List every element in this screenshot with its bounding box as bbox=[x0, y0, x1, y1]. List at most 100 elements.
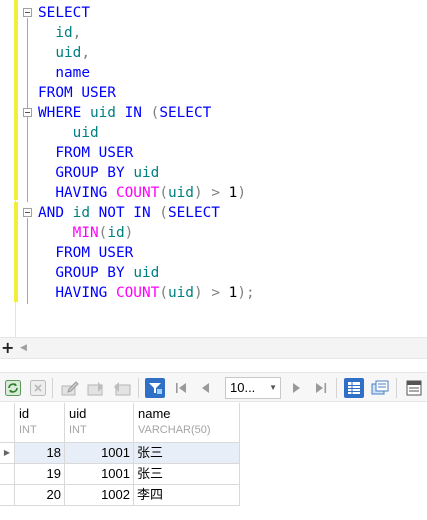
table-row[interactable]: 20 1002 李四 bbox=[0, 485, 240, 506]
code-line[interactable]: uid bbox=[38, 123, 255, 143]
code-line[interactable]: HAVING COUNT(uid) > 1) bbox=[38, 183, 255, 203]
sql-code[interactable]: SELECT id, uid, name FROM USER WHERE uid I… bbox=[38, 3, 255, 303]
code-token: FROM USER bbox=[38, 145, 134, 161]
text-view-icon[interactable] bbox=[404, 378, 424, 398]
table-row[interactable]: ▶ 18 1001 张三 bbox=[0, 443, 240, 464]
cell-id[interactable]: 20 bbox=[15, 485, 65, 506]
cell-id[interactable]: 19 bbox=[15, 464, 65, 485]
code-line[interactable]: FROM USER bbox=[38, 83, 255, 103]
code-token: WHERE bbox=[38, 105, 90, 121]
next-page-icon[interactable] bbox=[286, 378, 306, 398]
sql-editor[interactable]: SELECT id, uid, name FROM USER WHERE uid I… bbox=[0, 0, 427, 337]
code-token: uid bbox=[133, 165, 160, 181]
save-icon[interactable] bbox=[86, 378, 106, 398]
code-token: ( bbox=[159, 185, 168, 201]
code-line[interactable]: AND id NOT IN (SELECT bbox=[38, 203, 255, 223]
change-marker bbox=[14, 202, 18, 302]
code-token: FROM USER bbox=[38, 245, 134, 261]
first-page-icon[interactable] bbox=[171, 378, 191, 398]
edit-icon[interactable] bbox=[60, 378, 80, 398]
table-row[interactable]: 19 1001 张三 bbox=[0, 464, 240, 485]
column-header-uid[interactable]: uid INT bbox=[65, 403, 134, 443]
code-token: IN bbox=[115, 105, 151, 121]
toolbar-separator bbox=[336, 378, 337, 398]
stop-icon[interactable] bbox=[28, 378, 48, 398]
code-line[interactable]: WHERE uid IN (SELECT bbox=[38, 103, 255, 123]
rows-per-page-value: 10... bbox=[230, 380, 256, 395]
column-header-id[interactable]: id INT bbox=[15, 403, 65, 443]
code-token: , bbox=[81, 45, 90, 61]
column-header-name[interactable]: name VARCHAR(50) bbox=[134, 403, 240, 443]
code-line[interactable]: name bbox=[38, 63, 255, 83]
column-type: INT bbox=[69, 424, 87, 436]
cell-name[interactable]: 李四 bbox=[134, 485, 240, 506]
cell-id[interactable]: 18 bbox=[15, 443, 65, 464]
column-type: INT bbox=[19, 424, 37, 436]
column-name: name bbox=[138, 406, 171, 421]
form-view-icon[interactable] bbox=[370, 378, 390, 398]
last-page-icon[interactable] bbox=[311, 378, 331, 398]
toolbar-separator bbox=[396, 378, 397, 398]
code-token: AND bbox=[38, 205, 73, 221]
code-line[interactable]: id, bbox=[38, 23, 255, 43]
code-token: > bbox=[202, 285, 229, 301]
grid-view-icon[interactable] bbox=[344, 378, 364, 398]
editor-horizontal-scrollbar[interactable]: + ◀ bbox=[0, 337, 427, 359]
code-token: ) bbox=[193, 285, 203, 301]
cell-uid[interactable]: 1002 bbox=[65, 485, 134, 506]
code-token: id bbox=[72, 205, 90, 221]
code-token: uid bbox=[167, 285, 194, 301]
fold-collapse-icon[interactable] bbox=[23, 8, 32, 17]
code-token: uid bbox=[72, 125, 99, 141]
code-token: uid bbox=[55, 45, 82, 61]
code-token: NOT IN bbox=[89, 205, 160, 221]
column-name: uid bbox=[69, 406, 87, 421]
code-token: ) bbox=[124, 225, 134, 241]
fold-collapse-icon[interactable] bbox=[23, 108, 32, 117]
code-line[interactable]: GROUP BY uid bbox=[38, 163, 255, 183]
prev-page-icon[interactable] bbox=[196, 378, 216, 398]
toolbar-separator bbox=[52, 378, 53, 398]
code-token: COUNT bbox=[115, 285, 160, 301]
scroll-left-icon[interactable]: ◀ bbox=[20, 338, 27, 358]
change-marker bbox=[14, 0, 18, 200]
toolbar-separator bbox=[138, 378, 139, 398]
code-token: HAVING bbox=[38, 285, 116, 301]
code-token: MIN bbox=[72, 225, 99, 241]
filter-icon[interactable] bbox=[145, 378, 165, 398]
fold-collapse-icon[interactable] bbox=[23, 208, 32, 217]
code-token: id bbox=[107, 225, 125, 241]
split-handle-icon[interactable]: + bbox=[1, 338, 14, 358]
code-line[interactable]: MIN(id) bbox=[38, 223, 255, 243]
cell-name[interactable]: 张三 bbox=[134, 443, 240, 464]
row-selector[interactable] bbox=[0, 464, 15, 485]
cell-uid[interactable]: 1001 bbox=[65, 443, 134, 464]
code-token: ( bbox=[150, 105, 160, 121]
row-selector[interactable] bbox=[0, 485, 15, 506]
code-token: uid bbox=[89, 105, 116, 121]
cell-name[interactable]: 张三 bbox=[134, 464, 240, 485]
code-token: GROUP BY bbox=[38, 165, 134, 181]
code-token: , bbox=[72, 25, 82, 41]
code-line[interactable]: FROM USER bbox=[38, 143, 255, 163]
code-token: HAVING bbox=[38, 185, 116, 201]
code-line[interactable]: HAVING COUNT(uid) > 1); bbox=[38, 283, 255, 303]
code-token: ) bbox=[193, 185, 203, 201]
rows-per-page-select[interactable]: 10... ▼ bbox=[225, 377, 281, 399]
code-line[interactable]: SELECT bbox=[38, 3, 255, 23]
code-line[interactable]: FROM USER bbox=[38, 243, 255, 263]
code-line[interactable]: GROUP BY uid bbox=[38, 263, 255, 283]
row-header-corner bbox=[0, 403, 15, 443]
discard-icon[interactable] bbox=[112, 378, 132, 398]
fold-guide bbox=[27, 218, 28, 304]
refresh-icon[interactable] bbox=[3, 378, 23, 398]
code-line[interactable]: uid, bbox=[38, 43, 255, 63]
code-token: SELECT bbox=[167, 205, 220, 221]
code-token: name bbox=[55, 65, 90, 81]
cell-uid[interactable]: 1001 bbox=[65, 464, 134, 485]
code-token: ); bbox=[237, 285, 255, 301]
